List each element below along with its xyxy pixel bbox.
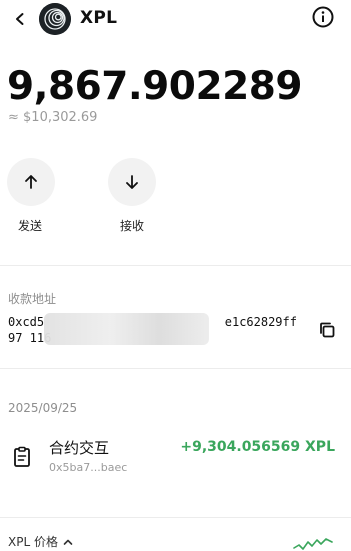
price-section-toggle[interactable]: XPL 价格 bbox=[8, 533, 74, 550]
info-button[interactable] bbox=[311, 5, 335, 29]
arrow-down-icon bbox=[126, 175, 138, 189]
arrow-up-icon bbox=[25, 175, 37, 189]
send-label: 发送 bbox=[18, 219, 43, 233]
token-logo-icon bbox=[39, 3, 71, 35]
divider bbox=[0, 517, 351, 518]
clipboard-icon bbox=[14, 446, 30, 467]
divider bbox=[0, 368, 351, 369]
transaction-row[interactable]: 合约交互 0x5ba7...baec +9,304.056569 XPL bbox=[0, 430, 351, 488]
receive-button[interactable] bbox=[108, 158, 156, 206]
chevron-left-icon bbox=[16, 13, 24, 25]
top-bar: XPL bbox=[0, 0, 351, 40]
copy-address-button[interactable] bbox=[317, 320, 337, 340]
transaction-counterparty: 0x5ba7...baec bbox=[49, 461, 128, 474]
token-symbol: XPL bbox=[80, 8, 118, 28]
divider bbox=[0, 265, 351, 266]
fiat-value: ≈ $10,302.69 bbox=[8, 110, 98, 125]
transaction-amount: +9,304.056569 XPL bbox=[180, 439, 335, 455]
transaction-title: 合约交互 bbox=[49, 439, 110, 457]
price-label: XPL 价格 bbox=[8, 535, 58, 549]
info-circle-icon bbox=[312, 6, 334, 28]
receive-address-label: 收款地址 bbox=[8, 292, 57, 306]
redaction-blur bbox=[44, 313, 209, 345]
send-button[interactable] bbox=[7, 158, 55, 206]
copy-icon bbox=[320, 322, 335, 338]
back-button[interactable] bbox=[9, 8, 31, 30]
price-sparkline bbox=[293, 538, 333, 550]
token-balance: 9,867.902289 bbox=[7, 64, 303, 109]
transaction-date: 2025/09/25 bbox=[8, 401, 78, 415]
receive-label: 接收 bbox=[120, 219, 145, 233]
chevron-up-icon bbox=[63, 539, 73, 545]
